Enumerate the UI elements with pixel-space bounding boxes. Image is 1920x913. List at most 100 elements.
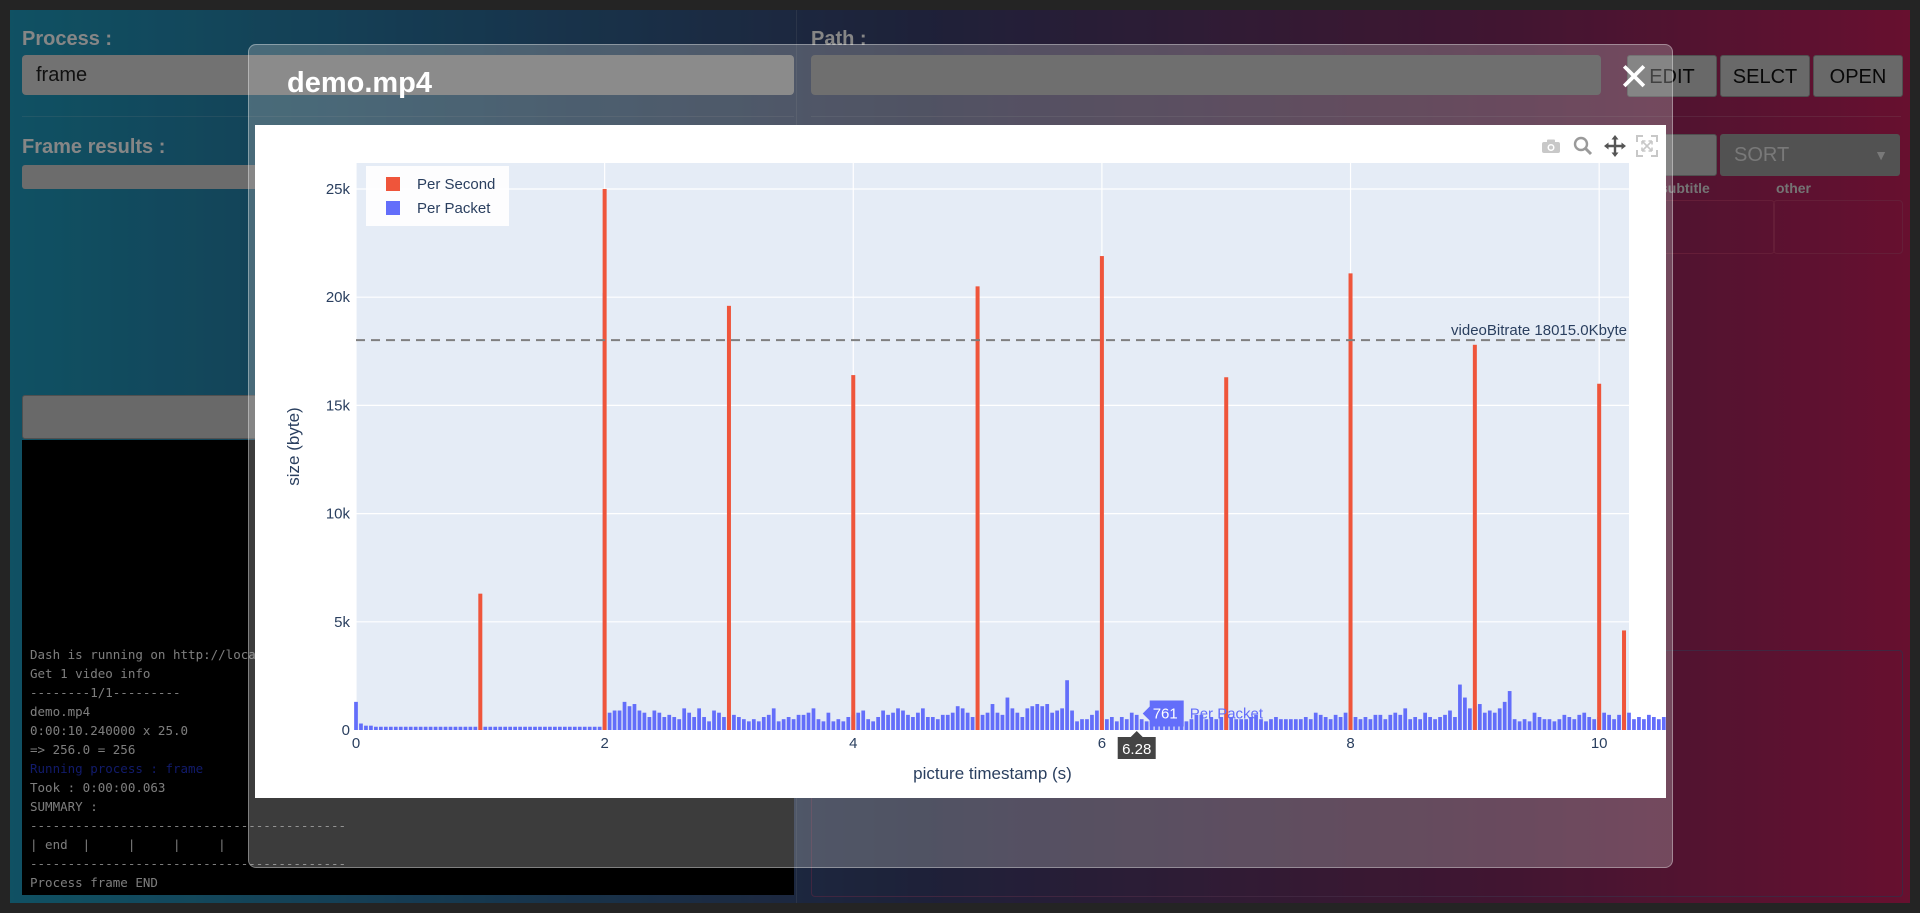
per-packet-bar[interactable] (906, 714, 910, 730)
per-packet-bar[interactable] (1020, 717, 1025, 730)
per-packet-bar[interactable] (836, 719, 841, 730)
per-packet-bar[interactable] (493, 726, 498, 730)
per-packet-bar[interactable] (518, 726, 522, 730)
per-packet-bar[interactable] (1582, 712, 1587, 730)
per-packet-bar[interactable] (1661, 717, 1666, 730)
per-packet-bar[interactable] (1035, 704, 1040, 730)
per-packet-bar[interactable] (1015, 712, 1020, 730)
per-packet-bar[interactable] (1025, 708, 1030, 730)
per-packet-bar[interactable] (791, 719, 796, 730)
per-packet-bar[interactable] (990, 704, 995, 730)
per-packet-bar[interactable] (388, 726, 393, 730)
per-packet-bar[interactable] (712, 710, 716, 730)
per-packet-bar[interactable] (1552, 721, 1557, 730)
per-packet-bar[interactable] (1468, 708, 1472, 730)
legend-swatch-per-packet[interactable] (386, 201, 400, 215)
per-packet-bar[interactable] (766, 714, 771, 730)
per-packet-bar[interactable] (587, 726, 592, 730)
per-packet-bar[interactable] (960, 708, 965, 730)
per-packet-bar[interactable] (1045, 704, 1050, 730)
per-packet-bar[interactable] (1105, 719, 1109, 730)
per-packet-bar[interactable] (473, 726, 478, 730)
per-packet-bar[interactable] (1378, 714, 1383, 730)
per-packet-bar[interactable] (1507, 691, 1512, 730)
per-packet-bar[interactable] (1060, 708, 1064, 730)
per-packet-bar[interactable] (533, 726, 537, 730)
per-packet-bar[interactable] (408, 726, 413, 730)
per-packet-bar[interactable] (607, 712, 612, 730)
per-packet-bar[interactable] (1428, 717, 1432, 730)
per-packet-bar[interactable] (383, 726, 388, 730)
per-packet-bar[interactable] (1458, 684, 1462, 730)
bar-chart[interactable]: videoBitrate 18015.0Kbyte 0 5k 10k 15k 20k 25… (255, 125, 1711, 798)
per-second-bar[interactable] (1597, 383, 1602, 730)
per-packet-bar[interactable] (1333, 714, 1338, 730)
per-second-bar[interactable] (1224, 377, 1229, 730)
per-packet-bar[interactable] (1065, 680, 1069, 730)
per-packet-bar[interactable] (861, 710, 866, 730)
per-packet-bar[interactable] (945, 714, 950, 730)
per-packet-bar[interactable] (1139, 719, 1144, 730)
per-packet-bar[interactable] (458, 726, 463, 730)
per-packet-bar[interactable] (1368, 719, 1373, 730)
per-packet-bar[interactable] (1577, 714, 1582, 730)
per-second-bar[interactable] (602, 188, 607, 730)
per-packet-bar[interactable] (1403, 708, 1408, 730)
per-packet-bar[interactable] (393, 726, 398, 730)
per-packet-bar[interactable] (562, 726, 567, 730)
zoom-icon[interactable] (1572, 135, 1594, 157)
per-packet-bar[interactable] (761, 717, 766, 730)
per-packet-bar[interactable] (1502, 701, 1507, 730)
per-packet-bar[interactable] (876, 717, 880, 730)
legend-label-per-second[interactable]: Per Second (417, 176, 495, 193)
per-packet-bar[interactable] (856, 712, 861, 730)
per-packet-bar[interactable] (1517, 721, 1522, 730)
per-packet-bar[interactable] (528, 726, 532, 730)
per-packet-bar[interactable] (697, 708, 701, 730)
per-packet-bar[interactable] (1010, 708, 1015, 730)
per-packet-bar[interactable] (428, 726, 433, 730)
per-packet-bar[interactable] (1124, 719, 1129, 730)
per-packet-bar[interactable] (1090, 714, 1094, 730)
per-packet-bar[interactable] (364, 725, 368, 730)
per-packet-bar[interactable] (677, 719, 682, 730)
per-packet-bar[interactable] (751, 719, 756, 730)
per-packet-bar[interactable] (781, 719, 786, 730)
per-packet-bar[interactable] (627, 706, 632, 730)
per-packet-bar[interactable] (1328, 719, 1333, 730)
per-packet-bar[interactable] (418, 726, 423, 730)
per-packet-bar[interactable] (1542, 719, 1547, 730)
per-packet-bar[interactable] (1607, 714, 1611, 730)
per-packet-bar[interactable] (806, 712, 811, 730)
per-second-bar[interactable] (975, 286, 980, 730)
per-packet-bar[interactable] (1592, 719, 1597, 730)
per-packet-bar[interactable] (1656, 719, 1661, 730)
per-packet-bar[interactable] (1557, 719, 1562, 730)
per-packet-bar[interactable] (577, 726, 582, 730)
per-packet-bar[interactable] (622, 701, 627, 730)
per-packet-bar[interactable] (702, 717, 706, 730)
per-packet-bar[interactable] (438, 726, 443, 730)
per-packet-bar[interactable] (423, 726, 428, 730)
per-packet-bar[interactable] (637, 710, 642, 730)
per-second-bar[interactable] (1622, 630, 1627, 730)
per-packet-bar[interactable] (1438, 717, 1442, 730)
per-packet-bar[interactable] (1393, 712, 1398, 730)
per-packet-bar[interactable] (1423, 712, 1427, 730)
per-packet-bar[interactable] (1477, 704, 1482, 730)
per-packet-bar[interactable] (1617, 714, 1621, 730)
per-packet-bar[interactable] (846, 717, 851, 730)
per-packet-bar[interactable] (667, 714, 672, 730)
per-packet-bar[interactable] (468, 726, 473, 730)
per-packet-bar[interactable] (548, 726, 552, 730)
per-packet-bar[interactable] (1651, 717, 1656, 730)
per-packet-bar[interactable] (737, 717, 741, 730)
per-packet-bar[interactable] (1512, 719, 1517, 730)
per-packet-bar[interactable] (1313, 712, 1318, 730)
legend-swatch-per-second[interactable] (386, 177, 400, 191)
per-packet-bar[interactable] (732, 714, 736, 730)
per-packet-bar[interactable] (354, 701, 358, 730)
per-packet-bar[interactable] (886, 714, 890, 730)
per-packet-bar[interactable] (1040, 706, 1045, 730)
per-packet-bar[interactable] (1448, 710, 1452, 730)
